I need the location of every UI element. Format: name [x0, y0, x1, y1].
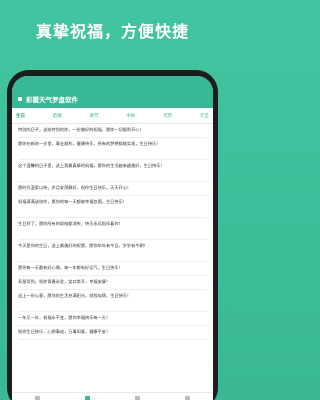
app-logo-icon [18, 97, 22, 101]
weather-icon [34, 396, 40, 400]
app-title: 彩霞天气罗盘软件 [26, 96, 78, 104]
tab-new-year[interactable]: 元旦 [200, 113, 209, 119]
nav-profile[interactable]: 我的 [184, 396, 191, 400]
list-item[interactable]: 祝福满满送给你，愿你的每一天都被幸福包围，生日快乐！ [18, 196, 207, 218]
calendar-icon [135, 396, 141, 400]
status-bar [12, 76, 213, 90]
app-bar: 彩霞天气罗盘软件 [12, 90, 213, 108]
headline: 真挚祝福，方便快捷 [35, 22, 189, 41]
tab-mid-autumn[interactable]: 中秋 [126, 113, 135, 119]
list-item[interactable]: 一年又一年，祝福永不变，愿你幸福快乐每一天！ [18, 312, 207, 326]
tab-lantern[interactable]: 元宵 [163, 113, 172, 119]
nav-calendar[interactable]: 日历 [134, 396, 141, 400]
bottom-nav: 天气 祝福 日历 我的 [12, 392, 213, 400]
list-item[interactable]: 祝你生日快乐，心想事成，万事如意，健康平安！ [18, 326, 207, 340]
list-item[interactable]: 愿时光温柔以待，岁月安然静好，祝你生日快乐，天天开心！ [18, 182, 207, 196]
nav-blessing[interactable]: 祝福 [84, 396, 91, 400]
list-item[interactable]: 特别的日子，送给特别的你，一份美好的祝福，愿你一切顺利开心！ [18, 124, 207, 138]
category-tabs: 生日 结婚 春节 中秋 元宵 元旦 [12, 108, 213, 124]
user-icon [185, 396, 191, 400]
tab-spring-festival[interactable]: 春节 [90, 113, 99, 119]
list-item[interactable]: 生日到了，愿你所有的烦恼都消失，快乐永远陪伴着你！ [18, 218, 207, 240]
tab-wedding[interactable]: 结婚 [53, 113, 62, 119]
list-item[interactable]: 这个温馨的日子里，送上我最真挚的祝福，愿你的生活越来越美好，生日快乐！ [18, 160, 207, 182]
app-screen: 彩霞天气罗盘软件 生日 结婚 春节 中秋 元宵 元旦 特别的日子，送给特别的你，… [12, 76, 213, 400]
list-item[interactable]: 愿你每一天都有好心情，每一年都有好运气，生日快乐！ [18, 262, 207, 276]
nav-weather[interactable]: 天气 [34, 396, 41, 400]
list-item[interactable]: 愿你在新的一岁里，事业顺利，健康快乐，所有的梦想都能实现，生日快乐！ [18, 138, 207, 160]
tab-birthday[interactable]: 生日 [16, 113, 25, 119]
list-item[interactable]: 今天是你的生日，送上最美好的祝愿，愿你年年有今日，岁岁有今朝！ [18, 240, 207, 262]
list-item[interactable]: 寿星驾到，祝你青春永驻，笑口常开，幸福安康！ [18, 276, 207, 290]
list-item[interactable]: 送上一份心意，愿你的生活充满阳光，前程似锦，生日快乐！ [18, 290, 207, 312]
phone-frame: 彩霞天气罗盘软件 生日 结婚 春节 中秋 元宵 元旦 特别的日子，送给特别的你，… [7, 70, 218, 400]
blessing-list: 特别的日子，送给特别的你，一份美好的祝福，愿你一切顺利开心！ 愿你在新的一岁里，… [12, 124, 213, 340]
gift-icon [84, 396, 90, 400]
